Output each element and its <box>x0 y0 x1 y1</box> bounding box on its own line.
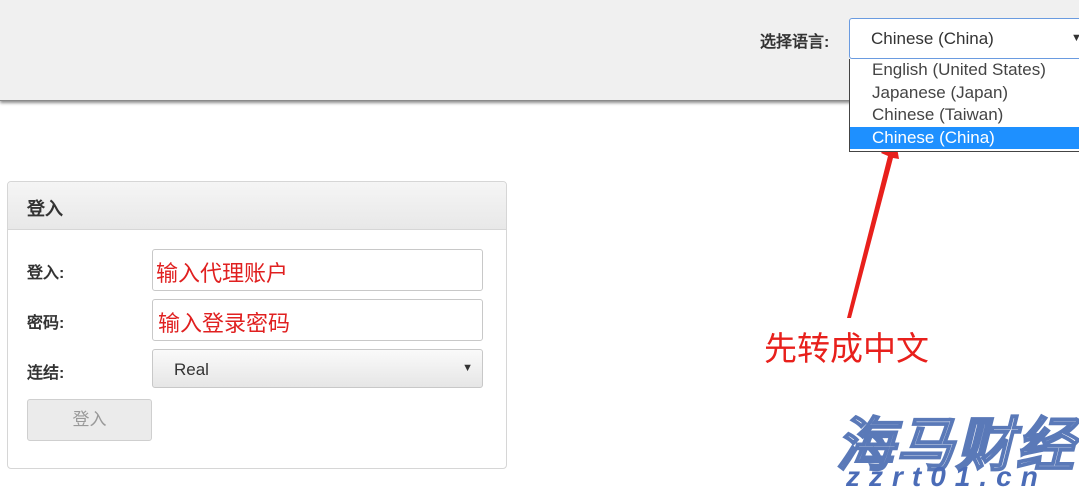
language-option-japanese[interactable]: Japanese (Japan) <box>850 82 1079 105</box>
language-option-chinese-china[interactable]: Chinese (China) <box>850 126 1079 149</box>
language-option-chinese-taiwan[interactable]: Chinese (Taiwan) <box>850 104 1079 127</box>
language-option-english-us[interactable]: English (United States) <box>850 59 1079 82</box>
language-dropdown-list[interactable]: English (United States) Japanese (Japan)… <box>849 59 1079 152</box>
annotation-text: 先转成中文 <box>764 330 929 367</box>
red-arrow-icon <box>847 136 899 318</box>
watermark-url: zzrt01.cn <box>846 461 1047 492</box>
